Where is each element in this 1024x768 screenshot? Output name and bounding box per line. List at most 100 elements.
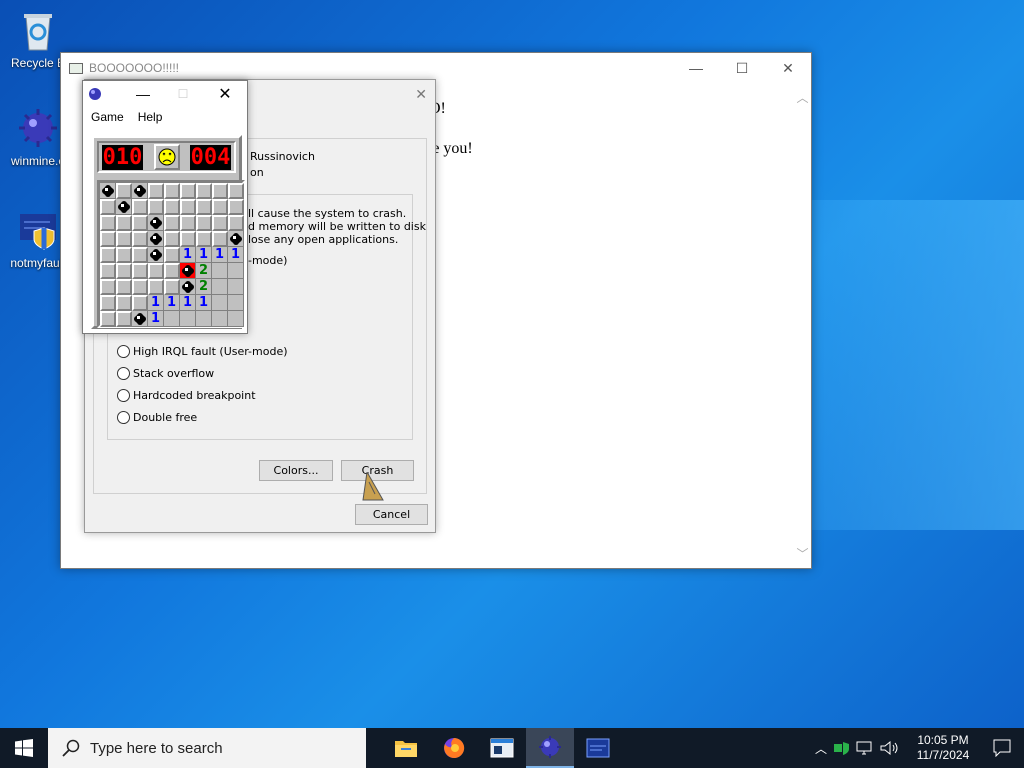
mine-cell-unopened[interactable] <box>100 247 116 263</box>
mine-cell-unopened[interactable] <box>164 279 180 295</box>
taskbar-minesweeper[interactable] <box>526 728 574 768</box>
mine-cell-mine[interactable] <box>148 231 164 247</box>
mine-cell-unopened[interactable] <box>116 183 132 199</box>
mine-cell-unopened[interactable] <box>132 295 148 311</box>
mine-cell-unopened[interactable] <box>132 215 148 231</box>
mine-cell-unopened[interactable] <box>164 247 180 263</box>
mine-cell-unopened[interactable] <box>100 295 116 311</box>
mine-cell-unopened[interactable] <box>100 279 116 295</box>
mine-cell-mine[interactable] <box>148 215 164 231</box>
mine-cell-number[interactable]: 1 <box>148 295 164 311</box>
mine-cell-number[interactable]: 1 <box>228 247 244 263</box>
radio-button[interactable] <box>117 344 130 358</box>
mine-cell-unopened[interactable] <box>196 199 212 215</box>
radio-button[interactable] <box>117 366 130 380</box>
mine-cell-empty[interactable] <box>212 311 228 327</box>
mine-cell-unopened[interactable] <box>180 183 196 199</box>
minesweeper-titlebar[interactable]: — ☐ ✕ <box>83 81 247 107</box>
security-shield-icon[interactable] <box>832 739 854 757</box>
mine-cell-unopened[interactable] <box>148 199 164 215</box>
action-center-button[interactable] <box>980 739 1024 757</box>
minesweeper-close-icon[interactable]: ✕ <box>203 84 247 104</box>
mine-cell-unopened[interactable] <box>212 183 228 199</box>
mine-cell-unopened[interactable] <box>228 183 244 199</box>
radio-button[interactable] <box>117 388 130 402</box>
mine-cell-mine[interactable] <box>228 231 244 247</box>
minesweeper-window[interactable]: — ☐ ✕ Game Help 010 004 11112211111 <box>82 80 248 334</box>
mine-cell-unopened[interactable] <box>116 263 132 279</box>
vertical-scrollbar[interactable]: ︿ ﹀ <box>794 83 811 568</box>
mine-cell-empty[interactable] <box>228 295 244 311</box>
option-high-irql-user[interactable]: High IRQL fault (User-mode) <box>117 340 288 362</box>
mine-cell-number[interactable]: 1 <box>180 247 196 263</box>
mine-cell-unopened[interactable] <box>100 231 116 247</box>
mine-cell-unopened[interactable] <box>132 231 148 247</box>
mine-cell-unopened[interactable] <box>212 231 228 247</box>
mine-cell-unopened[interactable] <box>100 263 116 279</box>
taskbar-notmyfault[interactable] <box>574 728 622 768</box>
mine-cell-empty[interactable] <box>212 263 228 279</box>
mine-cell-empty[interactable] <box>228 263 244 279</box>
scroll-up-icon[interactable]: ︿ <box>796 89 808 106</box>
mine-cell-unopened[interactable] <box>164 215 180 231</box>
mine-cell-unopened[interactable] <box>212 215 228 231</box>
mine-cell-unopened[interactable] <box>132 279 148 295</box>
mine-cell-number[interactable]: 1 <box>196 295 212 311</box>
mine-cell-unopened[interactable] <box>228 215 244 231</box>
minefield-grid[interactable]: 11112211111 <box>97 180 245 328</box>
taskbar-app-window[interactable] <box>478 728 526 768</box>
mine-cell-mine[interactable] <box>180 279 196 295</box>
volume-icon[interactable] <box>878 739 900 757</box>
mine-cell-unopened[interactable] <box>180 199 196 215</box>
mine-cell-unopened[interactable] <box>180 231 196 247</box>
mine-cell-number[interactable]: 2 <box>196 263 212 279</box>
mine-cell-unopened[interactable] <box>196 183 212 199</box>
mine-cell-unopened[interactable] <box>100 215 116 231</box>
clock[interactable]: 10:05 PM 11/7/2024 <box>906 733 980 763</box>
start-button[interactable] <box>0 728 48 768</box>
taskbar-firefox[interactable] <box>430 728 478 768</box>
mine-cell-unopened[interactable] <box>132 263 148 279</box>
reset-face-button[interactable] <box>153 144 180 170</box>
mine-cell-number[interactable]: 1 <box>164 295 180 311</box>
chevron-up-icon[interactable]: ︿ <box>810 740 832 757</box>
mine-cell-unopened[interactable] <box>116 215 132 231</box>
mine-cell-number[interactable]: 1 <box>148 311 164 327</box>
minimize-button[interactable]: — <box>673 53 719 83</box>
mine-cell-unopened[interactable] <box>148 263 164 279</box>
network-icon[interactable] <box>854 739 878 757</box>
mine-cell-unopened[interactable] <box>116 311 132 327</box>
option-stack-overflow[interactable]: Stack overflow <box>117 362 288 384</box>
mine-cell-unopened[interactable] <box>164 231 180 247</box>
mine-cell-unopened[interactable] <box>180 215 196 231</box>
mine-cell-unopened[interactable] <box>148 279 164 295</box>
mine-cell-mine[interactable] <box>100 183 116 199</box>
mine-cell-empty[interactable] <box>228 311 244 327</box>
mine-cell-unopened[interactable] <box>164 199 180 215</box>
mine-cell-empty[interactable] <box>212 295 228 311</box>
mine-cell-unopened[interactable] <box>100 199 116 215</box>
mine-cell-unopened[interactable] <box>116 295 132 311</box>
mine-cell-number[interactable]: 2 <box>196 279 212 295</box>
mine-cell-number[interactable]: 1 <box>180 295 196 311</box>
option-hardcoded-breakpoint[interactable]: Hardcoded breakpoint <box>117 384 288 406</box>
radio-button[interactable] <box>117 410 130 424</box>
mine-cell-empty[interactable] <box>196 311 212 327</box>
close-button[interactable]: ✕ <box>765 53 811 83</box>
taskbar-file-explorer[interactable] <box>382 728 430 768</box>
mine-cell-empty[interactable] <box>212 279 228 295</box>
mine-cell-unopened[interactable] <box>212 199 228 215</box>
maximize-button[interactable]: ☐ <box>719 53 765 83</box>
taskbar-search-box[interactable]: Type here to search <box>48 728 366 768</box>
mine-cell-unopened[interactable] <box>116 247 132 263</box>
mine-cell-unopened[interactable] <box>116 279 132 295</box>
menu-help[interactable]: Help <box>138 110 163 124</box>
mine-cell-mine[interactable] <box>116 199 132 215</box>
mine-cell-empty[interactable] <box>180 311 196 327</box>
mine-cell-unopened[interactable] <box>132 199 148 215</box>
colors-button[interactable]: Colors... <box>259 460 333 481</box>
mine-cell-unopened[interactable] <box>228 199 244 215</box>
mine-cell-unopened[interactable] <box>196 231 212 247</box>
mine-cell-number[interactable]: 1 <box>212 247 228 263</box>
mine-cell-mine[interactable] <box>132 183 148 199</box>
